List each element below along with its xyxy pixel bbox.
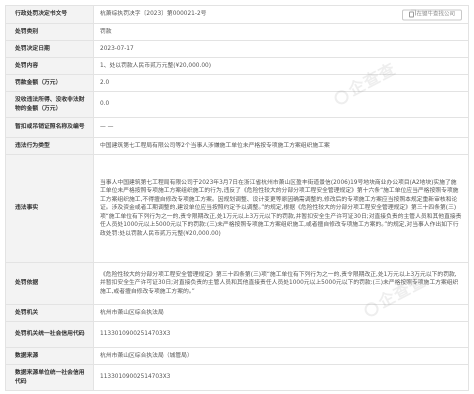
row-value-violation-type: 中国建筑第七工程局有限公司等2个当事人涉嫌施工单位未严格按专项施工方案组织施工案 [93,137,469,155]
row-value-penalty-basis: 《危险性较大的分部分项工程安全管理规定》第三十四条第(三)项“施工单位有下列行为… [93,262,469,305]
row-label-penalty-category: 处罚类别 [5,23,94,41]
table-row: 处罚机关 杭州市萧山区综合执法局 [5,304,469,322]
table-row: 暂扣或吊销证照名称及编号 — — [5,117,469,138]
table-row: 违法事实 当事人中国建筑第七工程局有限公司于2023年3月7日在浙江省杭州市萧山… [5,154,469,263]
row-value-license-suspension: — — [93,117,469,138]
row-label-decision-date: 处罚决定日期 [5,40,94,58]
row-label-violation-type: 违法行为类型 [5,137,94,155]
row-value-decision-number: 杭萧综执罚决字〔2023〕第000021-2号 在键牛查找公司 [93,5,469,24]
row-label-decision-number: 行政处罚决定书文号 [5,5,94,24]
row-value-penalty-authority: 杭州市萧山区综合执法局 [93,304,469,322]
find-company-button-label: 在键牛查找公司 [416,11,455,17]
find-company-button[interactable]: 在键牛查找公司 [402,9,462,20]
row-label-source-credit-code: 数据来源单位统一社会信用代码 [5,364,94,391]
table-row: 数据来源 杭州市萧山区综合执法局（城管局） [5,347,469,365]
row-label-penalty-authority: 处罚机关 [5,304,94,322]
table-row: 处罚依据 《危险性较大的分部分项工程安全管理规定》第三十四条第(三)项“施工单位… [5,262,469,305]
row-value-authority-credit-code: 11330109002514703X3 [93,321,469,348]
row-label-confiscation-amount: 没收违法所得、没收非法财物的金额（万元） [5,91,94,118]
table-row: 违法行为类型 中国建筑第七工程局有限公司等2个当事人涉嫌施工单位未严格按专项施工… [5,137,469,155]
table-row: 没收违法所得、没收非法财物的金额（万元） 0.0 [5,91,469,118]
row-label-penalty-content: 处罚内容 [5,57,94,75]
table-row: 处罚决定日期 2023-07-17 [5,40,469,58]
row-value-decision-date: 2023-07-17 [93,40,469,58]
decision-number-text: 杭萧综执罚决字〔2023〕第000021-2号 [100,11,207,18]
row-value-violation-facts: 当事人中国建筑第七工程局有限公司于2023年3月7日在浙江省杭州市萧山区盈丰街道… [93,154,469,263]
row-label-violation-facts: 违法事实 [5,154,94,263]
row-label-data-source: 数据来源 [5,347,94,365]
table-row: 数据来源单位统一社会信用代码 11330109002514703X3 [5,364,469,391]
row-value-penalty-content: 1、处以罚款人民币贰万元整(¥20,000.00) [93,57,469,75]
row-value-penalty-category: 罚款 [93,23,469,41]
row-value-fine-amount: 2.0 [93,74,469,92]
table-row: 处罚类别 罚款 [5,23,469,41]
row-value-source-credit-code: 11330109002514703X3 [93,364,469,391]
table-row: 行政处罚决定书文号 杭萧综执罚决字〔2023〕第000021-2号 在键牛查找公… [5,5,469,24]
table-row: 罚款金额（万元） 2.0 [5,74,469,92]
table-row: 处罚内容 1、处以罚款人民币贰万元整(¥20,000.00) [5,57,469,75]
row-label-fine-amount: 罚款金额（万元） [5,74,94,92]
row-value-data-source: 杭州市萧山区综合执法局（城管局） [93,347,469,365]
copy-icon [409,9,417,18]
table-row: 处罚机关统一社会信用代码 11330109002514703X3 [5,321,469,348]
row-value-confiscation-amount: 0.0 [93,91,469,118]
penalty-detail-table: 行政处罚决定书文号 杭萧综执罚决字〔2023〕第000021-2号 在键牛查找公… [5,5,469,391]
row-label-penalty-basis: 处罚依据 [5,262,94,305]
row-label-license-suspension: 暂扣或吊销证照名称及编号 [5,117,94,138]
row-label-authority-credit-code: 处罚机关统一社会信用代码 [5,321,94,348]
